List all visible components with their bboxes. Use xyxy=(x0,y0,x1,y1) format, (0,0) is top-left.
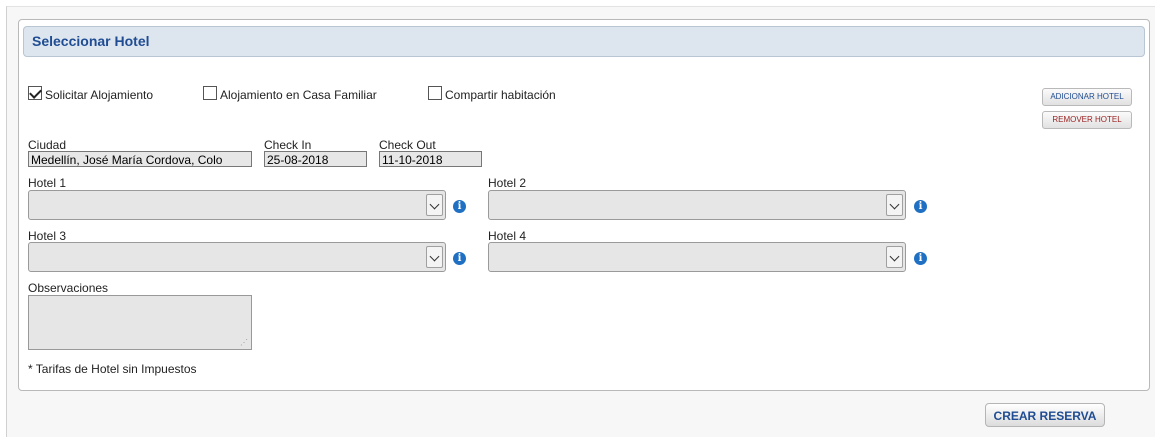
section-header: Seleccionar Hotel xyxy=(23,26,1145,57)
family-home-label: Alojamiento en Casa Familiar xyxy=(220,87,377,102)
city-input[interactable]: Medellín, José María Cordova, Colo xyxy=(28,151,252,167)
city-label: Ciudad xyxy=(28,138,67,152)
checkbox-unchecked-icon[interactable] xyxy=(203,85,217,100)
request-accommodation-label: Solicitar Alojamiento xyxy=(45,87,154,102)
hotel-4-label: Hotel 4 xyxy=(488,229,527,243)
tax-note: * Tarifas de Hotel sin Impuestos xyxy=(28,362,197,376)
chevron-down-icon[interactable] xyxy=(426,194,443,216)
chevron-down-icon[interactable] xyxy=(886,246,903,268)
hotel-4-select[interactable] xyxy=(488,242,906,272)
page-container: Seleccionar Hotel Solicitar Alojamiento … xyxy=(6,6,1155,437)
info-icon[interactable]: i xyxy=(453,200,466,213)
checkbox-checked-icon[interactable] xyxy=(28,85,42,100)
info-icon[interactable]: i xyxy=(914,252,927,265)
observations-label: Observaciones xyxy=(28,281,109,295)
hotel-3-select[interactable] xyxy=(28,242,446,272)
hotel-1-label: Hotel 1 xyxy=(28,176,67,190)
hotel-1-select[interactable] xyxy=(28,190,446,220)
check-in-label: Check In xyxy=(264,138,312,152)
checkbox-unchecked-icon[interactable] xyxy=(428,85,442,100)
request-accommodation-checkbox[interactable]: Solicitar Alojamiento xyxy=(28,85,154,102)
remove-hotel-button[interactable]: REMOVER HOTEL xyxy=(1042,111,1132,129)
share-room-checkbox[interactable]: Compartir habitación xyxy=(428,85,556,102)
resize-grip-icon[interactable]: ⋰ xyxy=(240,339,248,347)
hotel-2-label: Hotel 2 xyxy=(488,176,527,190)
hotel-selection-panel: Seleccionar Hotel Solicitar Alojamiento … xyxy=(18,19,1150,391)
observations-textarea[interactable]: ⋰ xyxy=(28,295,252,350)
create-booking-button[interactable]: CREAR RESERVA xyxy=(985,403,1105,427)
info-icon[interactable]: i xyxy=(453,252,466,265)
section-title: Seleccionar Hotel xyxy=(32,33,150,49)
share-room-label: Compartir habitación xyxy=(445,87,556,102)
info-icon[interactable]: i xyxy=(914,200,927,213)
check-out-label: Check Out xyxy=(379,138,436,152)
hotel-3-label: Hotel 3 xyxy=(28,229,67,243)
hotel-2-select[interactable] xyxy=(488,190,906,220)
check-out-input[interactable]: 11-10-2018 xyxy=(379,151,482,167)
check-in-input[interactable]: 25-08-2018 xyxy=(264,151,367,167)
add-hotel-button[interactable]: ADICIONAR HOTEL xyxy=(1042,88,1132,106)
chevron-down-icon[interactable] xyxy=(886,194,903,216)
family-home-checkbox[interactable]: Alojamiento en Casa Familiar xyxy=(203,85,377,102)
chevron-down-icon[interactable] xyxy=(426,246,443,268)
